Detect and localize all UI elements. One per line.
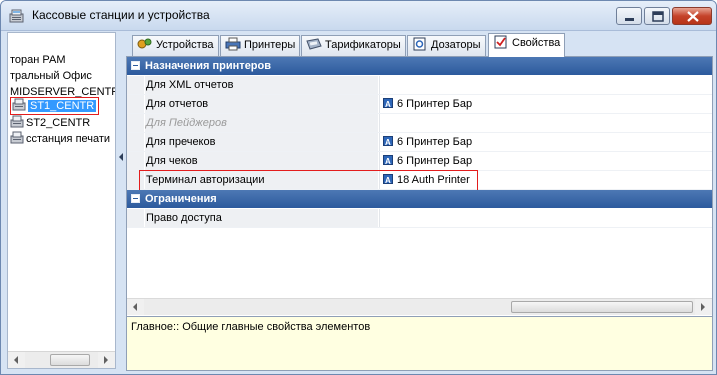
tab-label: Устройства: [156, 39, 214, 51]
maximize-icon: [652, 11, 664, 22]
scroll-thumb[interactable]: [511, 301, 693, 313]
category-title: Ограничения: [145, 193, 217, 205]
tree-item[interactable]: ST2_CENTR: [10, 115, 90, 131]
row-gutter: [127, 209, 144, 227]
category-title: Назначения принтеров: [145, 60, 272, 72]
property-label: Право доступа: [145, 209, 378, 227]
cash-register-icon: [12, 98, 26, 111]
chevron-right-icon: [104, 356, 108, 364]
property-label: Для Пейджеров: [145, 114, 378, 132]
grid-horizontal-scrollbar[interactable]: [127, 298, 712, 315]
property-label: Для пречеков: [145, 133, 378, 151]
cash-register-icon: [9, 9, 24, 23]
tree-item[interactable]: тральный Офис: [10, 68, 92, 84]
property-label: Для XML отчетов: [145, 76, 378, 94]
maximize-button[interactable]: [644, 7, 670, 25]
row-gutter: [127, 152, 144, 170]
property-label: Для отчетов: [145, 95, 378, 113]
tab-properties[interactable]: Свойства: [488, 33, 566, 57]
property-value-text: 6 Принтер Бар: [397, 98, 473, 110]
main-window: Кассовые станции и устройства торан РАМ …: [0, 0, 717, 375]
minimize-icon: [625, 18, 634, 21]
devices-icon: [137, 38, 152, 49]
title-bar[interactable]: Кассовые станции и устройства: [1, 1, 716, 31]
tab-dispensers[interactable]: Дозаторы: [407, 35, 486, 56]
cash-register-icon: [10, 131, 24, 144]
tab-tariffers[interactable]: Тарификаторы: [301, 35, 406, 56]
property-row-reports[interactable]: Для отчетов 6 Принтер Бар: [127, 95, 712, 114]
row-gutter: [127, 114, 144, 132]
property-value[interactable]: 6 Принтер Бар: [379, 133, 712, 152]
highlight-box: [139, 170, 478, 191]
tab-label: Дозаторы: [431, 39, 481, 51]
property-value[interactable]: [379, 76, 712, 94]
tree-horizontal-scrollbar[interactable]: [8, 351, 115, 368]
row-gutter: [127, 76, 144, 94]
tree-item-label: тральный Офис: [10, 70, 92, 82]
tree-item-selected[interactable]: ST1_CENTR: [10, 97, 100, 115]
scroll-left-button[interactable]: [8, 352, 25, 368]
scroll-right-button[interactable]: [695, 299, 712, 315]
property-value[interactable]: 6 Принтер Бар: [379, 152, 712, 171]
tree-item[interactable]: сстанция печати: [10, 131, 110, 147]
description-text: Главное:: Общие главные свойства элемент…: [131, 321, 371, 333]
property-value-text: 6 Принтер Бар: [397, 136, 473, 148]
tariffer-icon: [306, 38, 322, 50]
tab-label: Свойства: [512, 37, 561, 49]
close-button[interactable]: [672, 7, 712, 25]
scroll-left-button[interactable]: [127, 299, 144, 315]
properties-panel: Устройства Принтеры Тарификаторы Дозатор…: [124, 32, 714, 372]
category-restrictions[interactable]: Ограничения: [127, 190, 712, 208]
scroll-thumb[interactable]: [50, 354, 90, 366]
scroll-right-button[interactable]: [98, 352, 115, 368]
printer-icon: [383, 96, 393, 114]
collapse-toggle-icon[interactable]: [131, 194, 140, 203]
printer-icon: [225, 37, 241, 51]
category-printer-assignments[interactable]: Назначения принтеров: [127, 57, 712, 75]
panel-splitter[interactable]: [117, 32, 124, 369]
property-grid[interactable]: Назначения принтеров Для XML отчетов Для…: [126, 56, 713, 343]
close-icon: [687, 11, 699, 22]
cash-register-icon: [10, 115, 24, 128]
printer-icon: [383, 153, 393, 171]
property-label: Для чеков: [145, 152, 378, 170]
tab-label: Принтеры: [244, 39, 296, 51]
tree-item-label: торан РАМ: [10, 54, 66, 66]
property-row-pagers[interactable]: Для Пейджеров: [127, 114, 712, 133]
dispenser-icon: [413, 37, 426, 51]
tree-item-label: сстанция печати: [26, 133, 111, 145]
tab-devices[interactable]: Устройства: [132, 35, 219, 56]
property-value-text: 6 Принтер Бар: [397, 155, 473, 167]
row-gutter: [127, 133, 144, 151]
properties-icon: [494, 35, 507, 49]
description-panel: Главное:: Общие главные свойства элемент…: [126, 316, 713, 371]
tree-item[interactable]: торан РАМ: [10, 52, 66, 68]
chevron-left-icon: [133, 303, 137, 311]
property-value[interactable]: 6 Принтер Бар: [379, 95, 712, 114]
property-value[interactable]: [379, 209, 712, 227]
property-row-xml-reports[interactable]: Для XML отчетов: [127, 76, 712, 95]
tab-label: Тарификаторы: [325, 39, 401, 51]
chevron-right-icon: [701, 303, 705, 311]
property-value[interactable]: [379, 114, 712, 132]
property-row-prechecks[interactable]: Для пречеков 6 Принтер Бар: [127, 133, 712, 152]
tree-item-label: ST2_CENTR: [26, 117, 91, 129]
property-row-checks[interactable]: Для чеков 6 Принтер Бар: [127, 152, 712, 171]
tab-bar: Устройства Принтеры Тарификаторы Дозатор…: [124, 32, 714, 57]
station-tree[interactable]: торан РАМ тральный Офис MIDSERVER_CENTR …: [7, 32, 116, 369]
property-row-access-right[interactable]: Право доступа: [127, 209, 712, 228]
collapse-toggle-icon[interactable]: [131, 61, 140, 70]
printer-icon: [383, 134, 393, 152]
window-title: Кассовые станции и устройства: [32, 8, 210, 22]
tab-printers[interactable]: Принтеры: [220, 35, 301, 56]
row-gutter: [127, 95, 144, 113]
minimize-button[interactable]: [616, 7, 642, 25]
chevron-left-icon: [14, 356, 18, 364]
tree-item-label: ST1_CENTR: [28, 100, 97, 112]
